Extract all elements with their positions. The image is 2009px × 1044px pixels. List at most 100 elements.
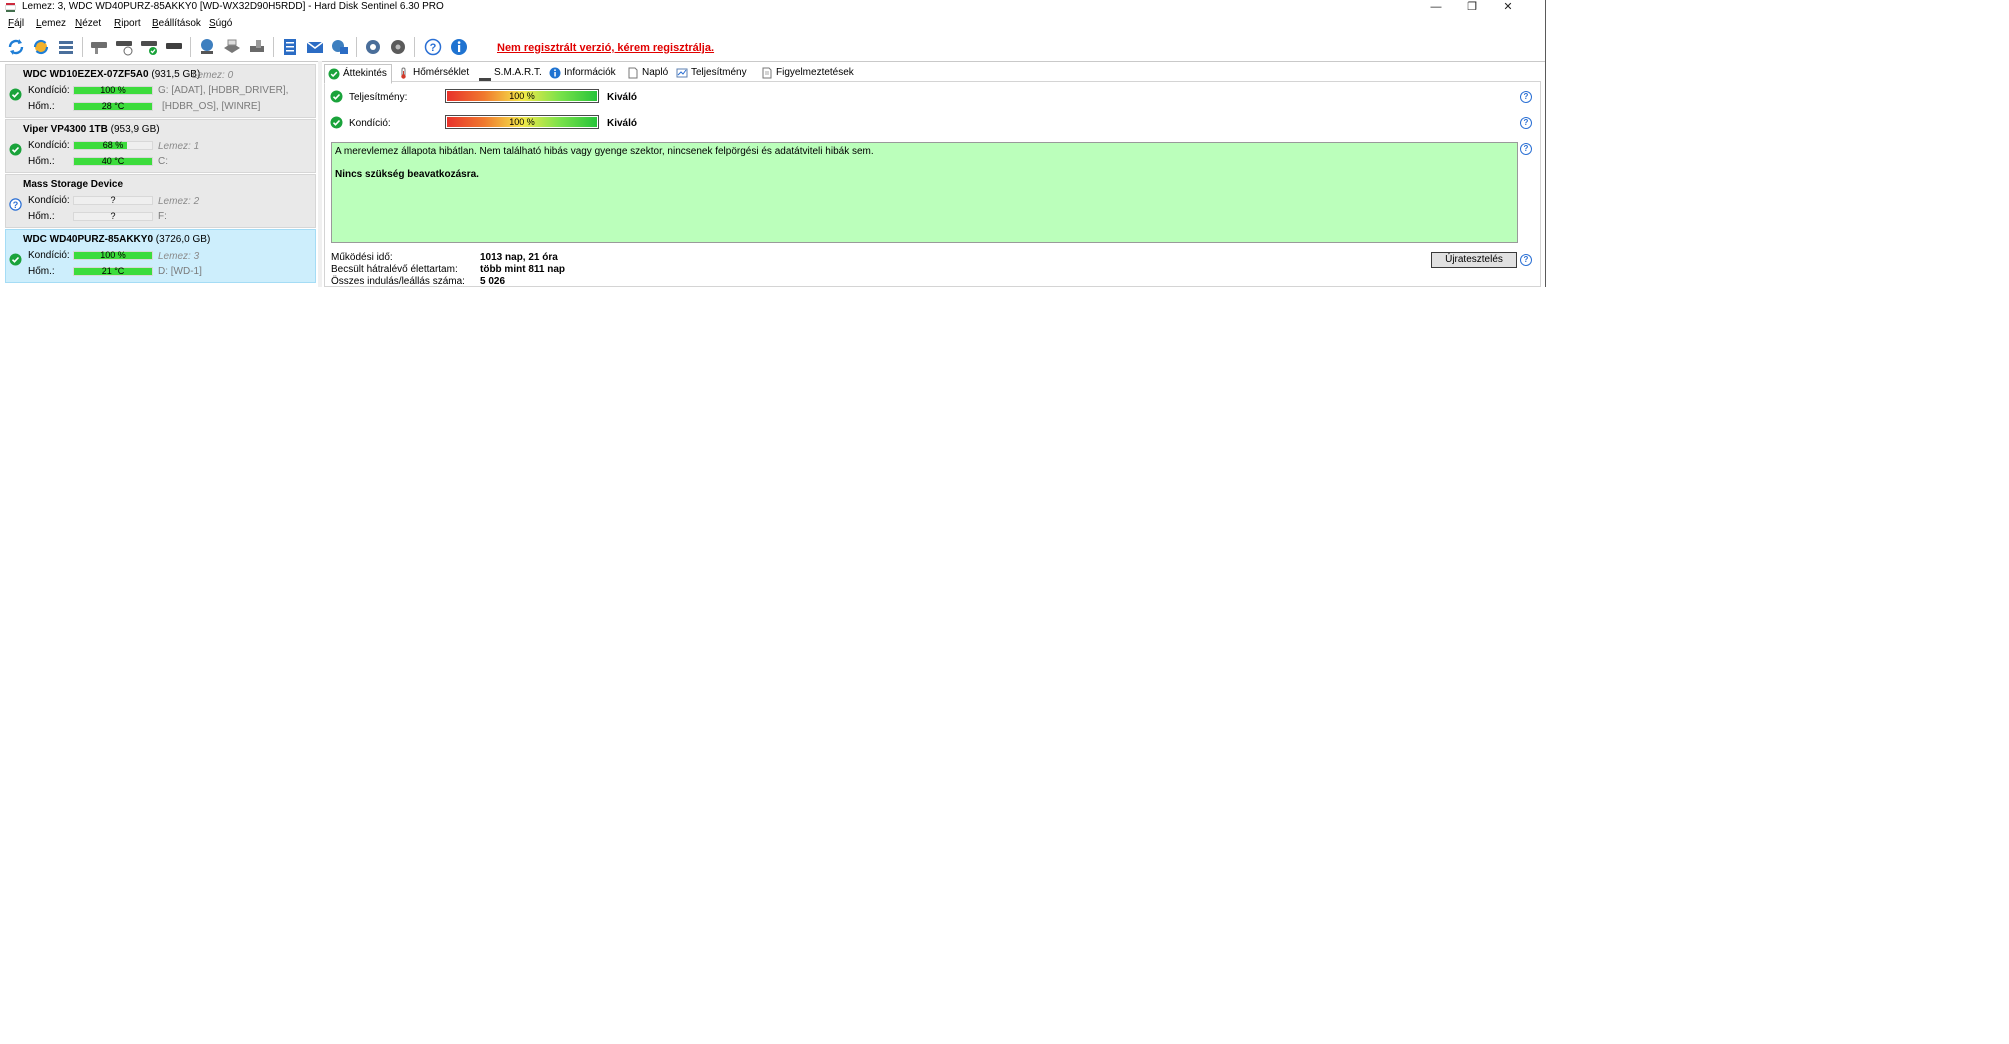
network-icon[interactable]	[196, 36, 218, 58]
tab-label: Áttekintés	[343, 68, 387, 79]
temperature-bar: ?	[73, 212, 153, 221]
unknown-status-icon: ?	[9, 198, 22, 214]
gear-icon[interactable]	[362, 36, 384, 58]
info-icon[interactable]	[448, 36, 470, 58]
hdd-settings-icon[interactable]	[246, 36, 268, 58]
tab-label: S.M.A.R.T.	[494, 67, 542, 78]
maximize-button[interactable]: ❐	[1454, 0, 1490, 15]
hdd-icon[interactable]	[163, 36, 185, 58]
disk-index: Lemez: 2	[158, 196, 200, 207]
condition-label: Kondíció:	[28, 85, 70, 96]
hdd-time-icon[interactable]	[113, 36, 135, 58]
help-icon[interactable]: ?	[1520, 254, 1532, 266]
refresh-all-icon[interactable]	[30, 36, 52, 58]
menu-bar: Fájl Lemez Nézet Riport Beállítások Súgó	[0, 17, 1545, 32]
drive-letters: F:	[158, 211, 167, 222]
disk-item-0[interactable]: WDC WD10EZEX-07ZF5A0 (931,5 GB) Lemez: 0…	[5, 64, 316, 118]
close-button[interactable]: ✕	[1490, 0, 1526, 15]
menu-report[interactable]: Riport	[114, 18, 141, 29]
tab-label: Teljesítmény	[691, 67, 747, 78]
tab-label: Információk	[564, 67, 616, 78]
condition-bar: 68 %	[73, 141, 153, 150]
svg-text:?: ?	[13, 200, 19, 210]
condition-label: Kondíció:	[28, 250, 70, 261]
temperature-label: Hőm.:	[28, 156, 55, 167]
toolbar-separator	[273, 37, 274, 57]
tab-smart[interactable]: S.M.A.R.T.	[476, 64, 546, 81]
mail-icon[interactable]	[304, 36, 326, 58]
window-title: Lemez: 3, WDC WD40PURZ-85AKKY0 [WD-WX32D…	[22, 1, 444, 12]
disk-name: WDC WD10EZEX-07ZF5A0 (931,5 GB)	[23, 69, 201, 80]
disk-settings-icon[interactable]	[387, 36, 409, 58]
action-message: Nincs szükség beavatkozásra.	[335, 169, 479, 180]
disk-item-1[interactable]: Viper VP4300 1TB (953,9 GB) Lemez: 1 Kon…	[5, 119, 316, 173]
disk-index: Lemez: 1	[158, 141, 200, 152]
menu-help[interactable]: Súgó	[209, 18, 232, 29]
help-icon[interactable]: ?	[1520, 143, 1532, 155]
temperature-label: Hőm.:	[28, 101, 55, 112]
disk-item-3[interactable]: WDC WD40PURZ-85AKKY0 (3726,0 GB) Lemez: …	[5, 229, 316, 283]
status-message: A merevlemez állapota hibátlan. Nem talá…	[335, 146, 874, 157]
health-bar: 100 %	[445, 115, 599, 129]
tab-log[interactable]: Napló	[624, 64, 672, 81]
toolbar-separator	[82, 37, 83, 57]
tab-label: Figyelmeztetések	[776, 67, 854, 78]
disk-index: Lemez: 3	[158, 251, 200, 262]
report-icon[interactable]	[279, 36, 301, 58]
remaining-lifetime-value: több mint 811 nap	[480, 264, 566, 275]
send-report-icon[interactable]	[329, 36, 351, 58]
power-on-time-label: Működési idő:	[331, 252, 393, 263]
health-label: Kondíció:	[349, 118, 391, 129]
help-icon[interactable]: ?	[1520, 91, 1532, 103]
condition-bar: 100 %	[73, 86, 153, 95]
disk-list-icon[interactable]	[55, 36, 77, 58]
disk-item-2[interactable]: Mass Storage Device Lemez: 2 ? Kondíció:…	[5, 174, 316, 228]
title-bar: Lemez: 3, WDC WD40PURZ-85AKKY0 [WD-WX32D…	[0, 0, 1545, 15]
tab-overview[interactable]: Áttekintés	[324, 64, 392, 84]
ok-status-icon	[330, 90, 343, 106]
menu-file[interactable]: Fájl	[8, 18, 24, 29]
temperature-bar: 40 °C	[73, 157, 153, 166]
ok-status-icon	[9, 253, 22, 269]
health-rating: Kiváló	[607, 118, 638, 129]
panel-splitter[interactable]	[318, 61, 322, 287]
power-on-time-value: 1013 nap, 21 óra	[480, 252, 558, 263]
retest-button[interactable]: Újratesztelés	[1431, 252, 1517, 268]
performance-label: Teljesítmény:	[349, 92, 408, 103]
menu-disk[interactable]: Lemez	[36, 18, 66, 29]
tab-performance[interactable]: Teljesítmény	[673, 64, 751, 81]
tab-alerts[interactable]: Figyelmeztetések	[758, 64, 858, 81]
tab-temperature[interactable]: Hőmérséklet	[395, 64, 473, 81]
hdd-check-icon[interactable]	[138, 36, 160, 58]
ok-status-icon	[330, 116, 343, 132]
app-window: Lemez: 3, WDC WD40PURZ-85AKKY0 [WD-WX32D…	[0, 0, 1546, 287]
temperature-bar: 28 °C	[73, 102, 153, 111]
toolbar: ? Nem regisztrált verzió, kérem regisztr…	[0, 33, 1545, 62]
minimize-button[interactable]: —	[1418, 0, 1454, 15]
disk-name: Mass Storage Device	[23, 179, 124, 190]
help-icon[interactable]: ?	[422, 36, 444, 58]
temperature-bar: 21 °C	[73, 267, 153, 276]
printer-icon[interactable]	[221, 36, 243, 58]
disk-index: Lemez: 0	[192, 70, 234, 81]
tab-information[interactable]: Információk	[546, 64, 620, 81]
performance-bar: 100 %	[445, 89, 599, 103]
condition-label: Kondíció:	[28, 195, 70, 206]
check-icon	[328, 68, 340, 86]
drive-letters: C:	[158, 156, 168, 167]
hdd-icon[interactable]	[88, 36, 110, 58]
ok-status-icon	[9, 143, 22, 159]
menu-view[interactable]: Nézet	[75, 18, 101, 29]
tab-label: Napló	[642, 67, 669, 78]
toolbar-separator	[414, 37, 415, 57]
drive-letters: D: [WD-1]	[158, 266, 202, 277]
registration-link[interactable]: Nem regisztrált verzió, kérem regisztrál…	[497, 42, 714, 54]
temperature-label: Hőm.:	[28, 266, 55, 277]
menu-settings[interactable]: Beállítások	[152, 18, 201, 29]
refresh-icon[interactable]	[5, 36, 27, 58]
temperature-label: Hőm.:	[28, 211, 55, 222]
drive-letters: G: [ADAT], [HDBR_DRIVER],	[158, 85, 289, 96]
svg-text:?: ?	[430, 42, 437, 54]
start-stop-count-label: Összes indulás/leállás száma:	[331, 276, 465, 287]
help-icon[interactable]: ?	[1520, 117, 1532, 129]
